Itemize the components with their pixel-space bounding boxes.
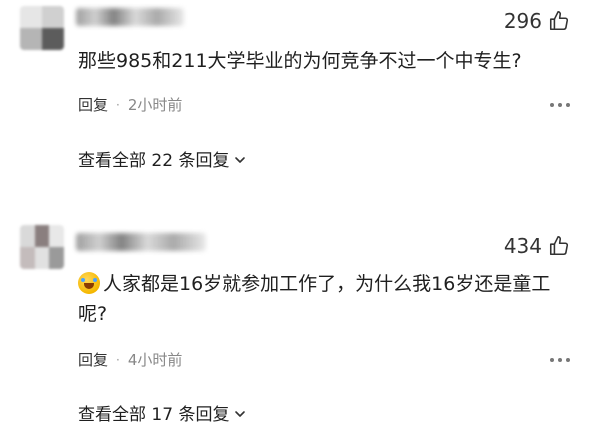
thumbs-up-icon[interactable] bbox=[548, 235, 570, 257]
chevron-down-icon bbox=[235, 156, 246, 163]
view-replies-label: 查看全部 22 条回复 bbox=[78, 151, 230, 171]
comment-meta: 回复 · 2小时前 bbox=[78, 94, 182, 115]
avatar[interactable] bbox=[20, 6, 64, 50]
view-replies-link[interactable]: 查看全部 17 条回复 bbox=[78, 400, 247, 425]
view-replies-label: 查看全部 17 条回复 bbox=[78, 405, 230, 425]
username-blurred[interactable] bbox=[76, 8, 184, 26]
separator-dot: · bbox=[116, 352, 120, 367]
reply-button[interactable]: 回复 bbox=[78, 349, 108, 370]
thumbs-up-icon[interactable] bbox=[548, 10, 570, 32]
comment-meta: 回复 · 4小时前 bbox=[78, 349, 182, 370]
comment-text: 那些985和211大学毕业的为何竞争不过一个中专生? bbox=[78, 50, 522, 72]
separator-dot: · bbox=[116, 97, 120, 112]
like-button[interactable]: 434 bbox=[504, 231, 570, 261]
timestamp: 2小时前 bbox=[127, 96, 183, 114]
view-replies-link[interactable]: 查看全部 22 条回复 bbox=[78, 146, 247, 171]
chevron-down-icon bbox=[235, 410, 246, 417]
laughing-crying-emoji bbox=[78, 272, 100, 294]
like-count: 296 bbox=[503, 9, 542, 33]
timestamp: 4小时前 bbox=[127, 351, 183, 369]
reply-button[interactable]: 回复 bbox=[78, 94, 108, 115]
more-dots-icon[interactable] bbox=[550, 358, 570, 362]
username-blurred[interactable] bbox=[76, 233, 206, 251]
avatar[interactable] bbox=[20, 225, 64, 269]
more-dots-icon[interactable] bbox=[550, 103, 570, 107]
comment-text: 人家都是16岁就参加工作了，为什么我16岁还是童工呢? bbox=[78, 272, 551, 325]
like-count: 434 bbox=[503, 234, 542, 258]
like-button[interactable]: 296 bbox=[504, 6, 570, 36]
